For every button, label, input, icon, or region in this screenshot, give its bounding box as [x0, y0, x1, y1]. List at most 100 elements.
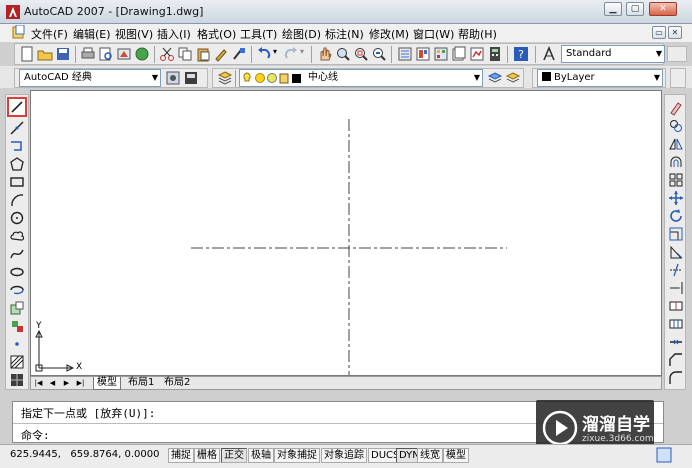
menu-dimension[interactable]: 标注(N) [325, 26, 364, 42]
layer-previous-icon[interactable] [505, 70, 521, 86]
polyline-icon[interactable] [9, 138, 25, 154]
first-tab-button[interactable]: |◀ [33, 378, 44, 388]
stretch-icon[interactable] [668, 244, 684, 260]
hatch-icon[interactable] [9, 354, 25, 370]
osnap-toggle[interactable]: 对象捕捉 [274, 448, 320, 463]
minimize-button[interactable]: ▁ [604, 2, 622, 16]
sheet-set-manager-icon[interactable] [451, 46, 467, 62]
menu-tools[interactable]: 工具(T) [240, 26, 277, 42]
ellipse-icon[interactable] [9, 264, 25, 280]
copy-icon[interactable] [177, 46, 193, 62]
circle-icon[interactable] [9, 210, 25, 226]
zoom-realtime-icon[interactable] [335, 46, 351, 62]
new-file-icon[interactable] [19, 46, 35, 62]
publish-icon[interactable] [116, 46, 132, 62]
menu-draw[interactable]: 绘图(D) [282, 26, 321, 42]
polygon-icon[interactable] [9, 156, 25, 172]
maximize-button[interactable]: ▢ [626, 2, 644, 16]
undo-icon[interactable] [256, 46, 272, 62]
properties-icon[interactable] [397, 46, 413, 62]
layer-properties-icon[interactable] [217, 70, 233, 86]
close-button[interactable]: ✕ [649, 2, 677, 16]
chamfer-icon[interactable] [668, 352, 684, 368]
construction-line-icon[interactable] [9, 120, 25, 136]
menu-edit[interactable]: 编辑(E) [73, 26, 111, 42]
polar-toggle[interactable]: 极轴 [248, 448, 274, 463]
workspace-save-icon[interactable] [183, 70, 199, 86]
break-at-point-icon[interactable] [668, 298, 684, 314]
save-icon[interactable] [55, 46, 71, 62]
menu-view[interactable]: 视图(V) [115, 26, 153, 42]
model-toggle[interactable]: 模型 [443, 448, 469, 463]
ellipse-arc-icon[interactable] [9, 282, 25, 298]
drawing-area[interactable] [31, 91, 661, 375]
join-icon[interactable] [668, 334, 684, 350]
tab-layout2[interactable]: 布局2 [161, 377, 193, 390]
menu-modify[interactable]: 修改(M) [369, 26, 409, 42]
zoom-window-icon[interactable] [353, 46, 369, 62]
quickcalc-icon[interactable] [487, 46, 503, 62]
workspace-select[interactable]: AutoCAD 经典 ▼ [19, 69, 161, 87]
drawing-canvas[interactable]: Y X [30, 90, 662, 376]
make-current-layer-icon[interactable] [487, 70, 503, 86]
rotate-icon[interactable] [668, 208, 684, 224]
mirror-icon[interactable] [668, 136, 684, 152]
revision-cloud-icon[interactable] [9, 228, 25, 244]
array-icon[interactable] [668, 172, 684, 188]
plot-preview-icon[interactable] [98, 46, 114, 62]
offset-icon[interactable] [668, 154, 684, 170]
snap-toggle[interactable]: 捕捉 [168, 448, 194, 463]
open-file-icon[interactable] [37, 46, 53, 62]
workspace-settings-icon[interactable] [165, 70, 181, 86]
publish-web-icon[interactable] [134, 46, 150, 62]
extend-icon[interactable] [668, 280, 684, 296]
trim-icon[interactable] [668, 262, 684, 278]
tool-palettes-icon[interactable] [433, 46, 449, 62]
tab-layout1[interactable]: 布局1 [125, 377, 157, 390]
arc-icon[interactable] [9, 192, 25, 208]
break-icon[interactable] [668, 316, 684, 332]
copy-object-icon[interactable] [668, 118, 684, 134]
scale-icon[interactable] [668, 226, 684, 242]
markup-set-manager-icon[interactable] [469, 46, 485, 62]
erase-icon[interactable] [668, 100, 684, 116]
print-icon[interactable] [80, 46, 96, 62]
command-prompt[interactable]: 命令: [21, 427, 50, 443]
make-block-icon[interactable] [9, 318, 25, 334]
autocad-app-icon[interactable] [5, 4, 21, 20]
point-icon[interactable] [9, 336, 25, 352]
gradient-icon[interactable] [9, 372, 25, 388]
match-properties-icon[interactable] [213, 46, 229, 62]
redo-icon[interactable] [283, 46, 299, 62]
spline-icon[interactable] [9, 246, 25, 262]
menu-file[interactable]: 文件(F) [31, 26, 68, 42]
doc-close-button[interactable]: ✕ [668, 26, 682, 39]
linetype-select-edge[interactable] [670, 68, 686, 88]
tab-model[interactable]: 模型 [93, 377, 121, 390]
prev-tab-button[interactable]: ◀ [47, 378, 58, 388]
text-style-select[interactable]: Standard ▼ [561, 45, 665, 63]
insert-block-icon[interactable] [9, 300, 25, 316]
move-icon[interactable] [668, 190, 684, 206]
menu-format[interactable]: 格式(O) [197, 26, 236, 42]
color-select[interactable]: ByLayer ▼ [537, 69, 663, 87]
dimension-style-icon[interactable] [667, 46, 687, 62]
last-tab-button[interactable]: ▶| [75, 378, 86, 388]
redo-dropdown-arrow[interactable]: ▾ [300, 47, 304, 56]
line-tool-button[interactable] [7, 97, 27, 117]
doc-restore-button[interactable]: ▭ [652, 26, 666, 39]
design-center-icon[interactable] [415, 46, 431, 62]
otrack-toggle[interactable]: 对象追踪 [321, 448, 367, 463]
fillet-icon[interactable] [668, 370, 684, 386]
pan-realtime-icon[interactable] [317, 46, 333, 62]
document-icon[interactable] [12, 25, 26, 39]
ortho-toggle[interactable]: 正交 [221, 448, 247, 463]
lineweight-toggle[interactable]: 线宽 [417, 448, 443, 463]
layer-select[interactable]: 中心线 ▼ [239, 69, 483, 87]
cut-icon[interactable] [159, 46, 175, 62]
clean-screen-icon[interactable] [656, 447, 672, 463]
help-icon[interactable]: ? [513, 46, 529, 62]
paste-icon[interactable] [195, 46, 211, 62]
next-tab-button[interactable]: ▶ [61, 378, 72, 388]
rectangle-icon[interactable] [9, 174, 25, 190]
